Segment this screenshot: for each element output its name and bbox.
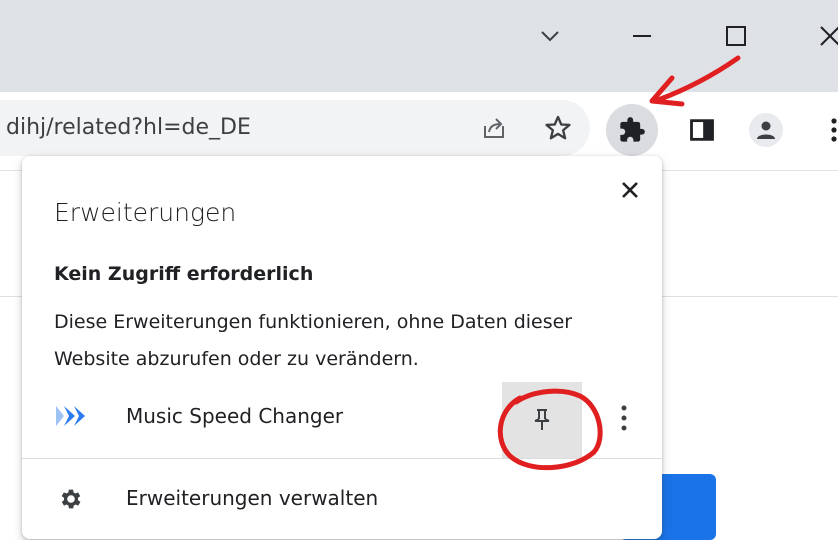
profile-button[interactable]: [740, 104, 792, 156]
three-dots-vertical-icon: [831, 118, 837, 142]
avatar: [749, 113, 783, 147]
music-speed-changer-logo: [56, 406, 85, 426]
section-heading: Kein Zugriff erforderlich: [54, 263, 314, 285]
extension-name: Music Speed Changer: [126, 404, 344, 428]
share-button[interactable]: [478, 112, 510, 144]
maximize-button[interactable]: [706, 8, 766, 64]
pin-icon: [534, 409, 550, 430]
star-icon: [545, 115, 571, 140]
popup-divider: [22, 458, 662, 459]
share-icon: [484, 118, 504, 138]
manage-extensions-row[interactable]: Erweiterungen verwalten: [22, 470, 662, 530]
browser-menu-button[interactable]: [808, 104, 838, 156]
title-bar: [0, 0, 838, 92]
url-text[interactable]: dihj/related?hl=de_DE: [6, 115, 251, 140]
section-description: Diese Erweiterungen funktionieren, ohne …: [54, 311, 573, 370]
bookmark-button[interactable]: [542, 112, 574, 144]
close-icon: [820, 26, 838, 46]
address-bar[interactable]: dihj/related?hl=de_DE: [0, 100, 590, 156]
close-icon: [622, 182, 638, 198]
extension-row[interactable]: Music Speed Changer: [22, 382, 662, 458]
extensions-button[interactable]: [606, 104, 658, 156]
three-dots-vertical-icon: [621, 405, 627, 431]
extension-more-button[interactable]: [606, 398, 642, 438]
manage-extensions-label: Erweiterungen verwalten: [126, 486, 379, 510]
gear-icon: [61, 489, 81, 509]
side-panel-icon: [690, 119, 714, 141]
popup-title: Erweiterungen: [54, 198, 237, 227]
popup-close-button[interactable]: [612, 172, 648, 208]
puzzle-icon: [620, 117, 645, 142]
minimize-button[interactable]: [612, 8, 672, 64]
chevron-down-icon: [541, 31, 559, 42]
side-panel-button[interactable]: [676, 104, 728, 156]
maximize-icon: [726, 26, 746, 46]
extensions-popup: Erweiterungen Kein Zugriff erforderlich …: [22, 156, 662, 539]
person-icon: [757, 121, 775, 139]
tab-search-button[interactable]: [520, 8, 580, 64]
minimize-icon: [633, 35, 651, 37]
close-window-button[interactable]: [800, 8, 838, 64]
pin-extension-button[interactable]: [502, 382, 582, 458]
